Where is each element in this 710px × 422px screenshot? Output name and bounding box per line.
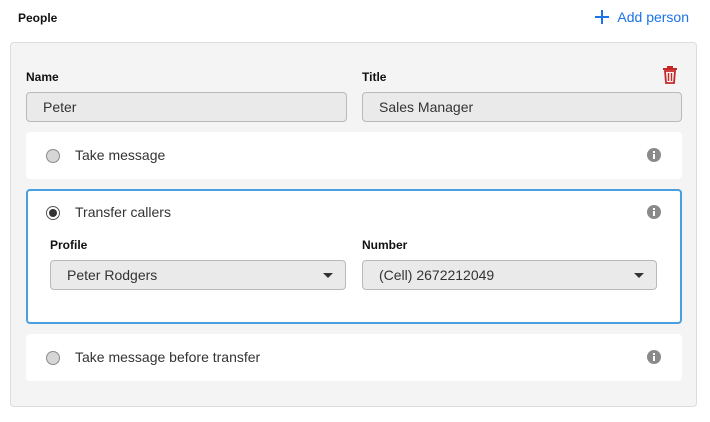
take-message-label: Take message <box>75 147 166 163</box>
person-card: Name Title Take message Transfer callers… <box>10 42 697 407</box>
add-person-label: Add person <box>617 9 689 25</box>
transfer-callers-radio[interactable] <box>46 206 60 220</box>
add-person-button[interactable]: Add person <box>594 6 689 28</box>
people-header: People Add person <box>0 0 710 36</box>
name-label: Name <box>26 70 59 84</box>
option-take-message[interactable]: Take message <box>26 132 682 179</box>
section-title: People <box>18 11 58 25</box>
number-value: (Cell) 2672212049 <box>379 267 495 283</box>
title-input[interactable] <box>362 92 682 122</box>
transfer-callers-label: Transfer callers <box>75 204 171 220</box>
info-icon[interactable] <box>647 148 661 162</box>
trash-icon[interactable] <box>662 66 678 84</box>
take-message-before-transfer-label: Take message before transfer <box>75 349 261 365</box>
caret-down-icon <box>634 273 644 278</box>
caret-down-icon <box>323 273 333 278</box>
option-take-message-before-transfer[interactable]: Take message before transfer <box>26 334 682 381</box>
profile-select[interactable]: Peter Rodgers <box>50 260 346 290</box>
number-select[interactable]: (Cell) 2672212049 <box>362 260 657 290</box>
name-input[interactable] <box>26 92 347 122</box>
option-transfer-callers[interactable]: Transfer callers Profile Peter Rodgers N… <box>26 189 682 324</box>
info-icon[interactable] <box>647 350 661 364</box>
title-label: Title <box>362 70 387 84</box>
plus-icon <box>595 10 610 24</box>
take-message-radio[interactable] <box>46 149 60 163</box>
info-icon[interactable] <box>647 205 661 219</box>
profile-value: Peter Rodgers <box>67 267 158 283</box>
take-message-before-transfer-radio[interactable] <box>46 351 60 365</box>
profile-label: Profile <box>50 238 88 252</box>
number-label: Number <box>362 238 408 252</box>
